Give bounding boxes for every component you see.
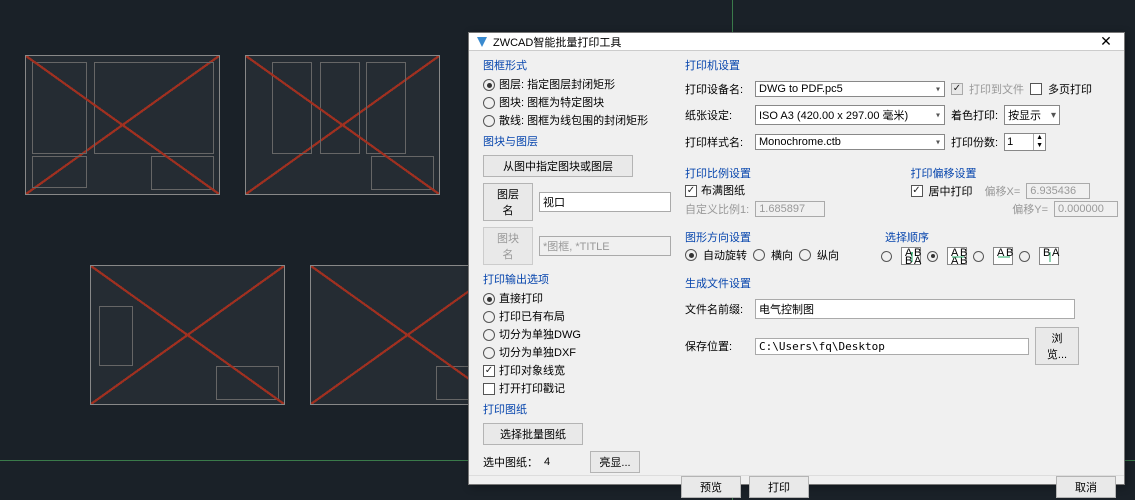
group-file: 生成文件设置 (685, 275, 1118, 291)
offset-x-label: 偏移X= (985, 183, 1021, 199)
check-stamp[interactable]: 打开打印戳记 (483, 381, 671, 397)
app-icon (475, 35, 489, 49)
titlebar[interactable]: ZWCAD智能批量打印工具 ✕ (469, 33, 1124, 51)
group-printer: 打印机设置 (685, 57, 1118, 73)
svg-text:A: A (1052, 248, 1060, 259)
order-icon-4: BA (1039, 247, 1059, 265)
style-select[interactable]: Monochrome.ctb (755, 134, 945, 150)
path-input[interactable]: C:\Users\fq\Desktop (755, 338, 1029, 355)
pick-from-drawing-button[interactable]: 从图中指定图块或图层 (483, 155, 633, 177)
radio-block[interactable]: 图块: 图框为特定图块 (483, 95, 671, 111)
device-label: 打印设备名: (685, 81, 749, 97)
order-radio-2[interactable] (927, 251, 938, 262)
block-name-button: 图块名 (483, 227, 533, 265)
layer-name-input[interactable]: 视口 (539, 192, 671, 212)
radio-direct-print[interactable]: 直接打印 (483, 291, 671, 307)
order-icon-2: ABAB (947, 247, 967, 265)
copies-spinner[interactable]: ▲▼ (1004, 133, 1046, 151)
highlight-button[interactable]: 亮显... (590, 451, 640, 473)
order-icon-3: AB (993, 247, 1013, 265)
check-print-to-file (951, 83, 963, 95)
offset-x-input: 6.935436 (1026, 183, 1090, 199)
dialog-footer: 预览 打印 取消 (469, 475, 1124, 498)
group-frame-type: 图框形式 (483, 57, 671, 73)
layer-name-button[interactable]: 图层名 (483, 183, 533, 221)
custom-scale-label: 自定义比例1: (685, 201, 749, 217)
group-output: 打印输出选项 (483, 271, 671, 287)
color-select[interactable]: 按显示 (1004, 105, 1060, 125)
check-linewidth[interactable]: 打印对象线宽 (483, 363, 671, 379)
prefix-input[interactable]: 电气控制图 (755, 299, 1075, 319)
batch-plot-dialog: ZWCAD智能批量打印工具 ✕ 图框形式 图层: 指定图层封闭矩形 图块: 图框… (468, 32, 1125, 485)
close-icon[interactable]: ✕ (1094, 33, 1118, 50)
order-radio-4[interactable] (1019, 251, 1030, 262)
cancel-button[interactable]: 取消 (1056, 476, 1116, 498)
copies-label: 打印份数: (951, 134, 998, 150)
check-multipage[interactable] (1030, 83, 1042, 95)
offset-y-label: 偏移Y= (1012, 201, 1048, 217)
svg-text:B: B (905, 255, 912, 266)
dialog-title: ZWCAD智能批量打印工具 (493, 34, 1094, 50)
paper-select[interactable]: ISO A3 (420.00 x 297.00 毫米) (755, 105, 945, 125)
group-order: 选择顺序 (885, 229, 1118, 245)
radio-print-layout[interactable]: 打印已有布局 (483, 309, 671, 325)
device-select[interactable]: DWG to PDF.pc5 (755, 81, 945, 97)
browse-button[interactable]: 浏览... (1035, 327, 1079, 365)
group-sheets: 打印图纸 (483, 401, 671, 417)
color-label: 着色打印: (951, 107, 998, 123)
preview-button[interactable]: 预览 (681, 476, 741, 498)
order-radio-1[interactable] (881, 251, 892, 262)
radio-auto-rotate[interactable] (685, 249, 697, 261)
print-button[interactable]: 打印 (749, 476, 809, 498)
radio-portrait[interactable] (799, 249, 811, 261)
order-radio-3[interactable] (973, 251, 984, 262)
radio-layer[interactable]: 图层: 指定图层封闭矩形 (483, 77, 671, 93)
block-name-input: *图框, *TITLE (539, 236, 671, 256)
group-block-layer: 图块与图层 (483, 133, 671, 149)
custom-scale-input: 1.685897 (755, 201, 825, 217)
offset-y-input: 0.000000 (1054, 201, 1118, 217)
drawing-frame-3[interactable] (90, 265, 285, 405)
drawing-frame-1[interactable] (25, 55, 220, 195)
check-center[interactable] (911, 185, 923, 197)
svg-text:A: A (914, 255, 922, 266)
radio-lines[interactable]: 散线: 图框为线包围的封闭矩形 (483, 113, 671, 129)
radio-split-dwg[interactable]: 切分为单独DWG (483, 327, 671, 343)
check-fit[interactable]: 布满图纸 (685, 183, 893, 199)
paper-label: 纸张设定: (685, 107, 749, 123)
radio-landscape[interactable] (753, 249, 765, 261)
selected-count-label: 选中图纸： (483, 454, 538, 470)
drawing-frame-2[interactable] (245, 55, 440, 195)
select-sheets-button[interactable]: 选择批量图纸 (483, 423, 583, 445)
group-scale: 打印比例设置 (685, 165, 893, 181)
svg-text:B: B (1043, 248, 1050, 259)
group-offset: 打印偏移设置 (911, 165, 1119, 181)
radio-split-dxf[interactable]: 切分为单独DXF (483, 345, 671, 361)
selected-count: 4 (544, 456, 584, 468)
path-label: 保存位置: (685, 338, 749, 354)
prefix-label: 文件名前缀: (685, 301, 749, 317)
group-orient: 图形方向设置 (685, 229, 867, 245)
style-label: 打印样式名: (685, 134, 749, 150)
order-icon-1: ABBA (901, 247, 921, 265)
